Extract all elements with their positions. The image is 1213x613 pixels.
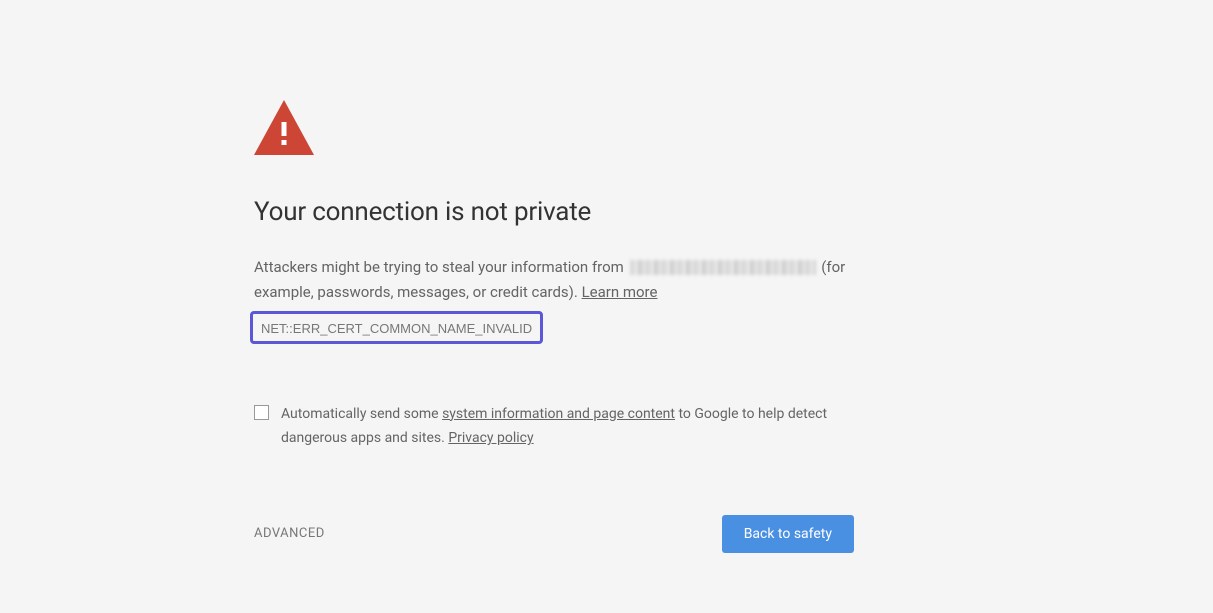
system-info-link[interactable]: system information and page content [442, 406, 675, 422]
error-code: NET::ERR_CERT_COMMON_NAME_INVALID [261, 321, 532, 336]
warning-triangle-icon [254, 100, 854, 159]
ssl-warning-interstitial: Your connection is not private Attackers… [254, 0, 854, 553]
back-to-safety-button[interactable]: Back to safety [722, 515, 854, 553]
privacy-policy-link[interactable]: Privacy policy [448, 430, 533, 446]
page-title: Your connection is not private [254, 197, 854, 227]
learn-more-link[interactable]: Learn more [582, 283, 658, 301]
reporting-text: Automatically send some system informati… [281, 402, 854, 451]
button-row: ADVANCED Back to safety [254, 515, 854, 553]
reporting-section: Automatically send some system informati… [254, 402, 854, 451]
body-prefix: Attackers might be trying to steal your … [254, 258, 628, 276]
warning-body: Attackers might be trying to steal your … [254, 255, 854, 305]
reporting-checkbox[interactable] [254, 405, 269, 420]
error-code-highlight: NET::ERR_CERT_COMMON_NAME_INVALID [250, 311, 543, 344]
advanced-button[interactable]: ADVANCED [254, 526, 325, 541]
reporting-prefix: Automatically send some [281, 406, 442, 422]
redacted-domain [630, 260, 816, 275]
